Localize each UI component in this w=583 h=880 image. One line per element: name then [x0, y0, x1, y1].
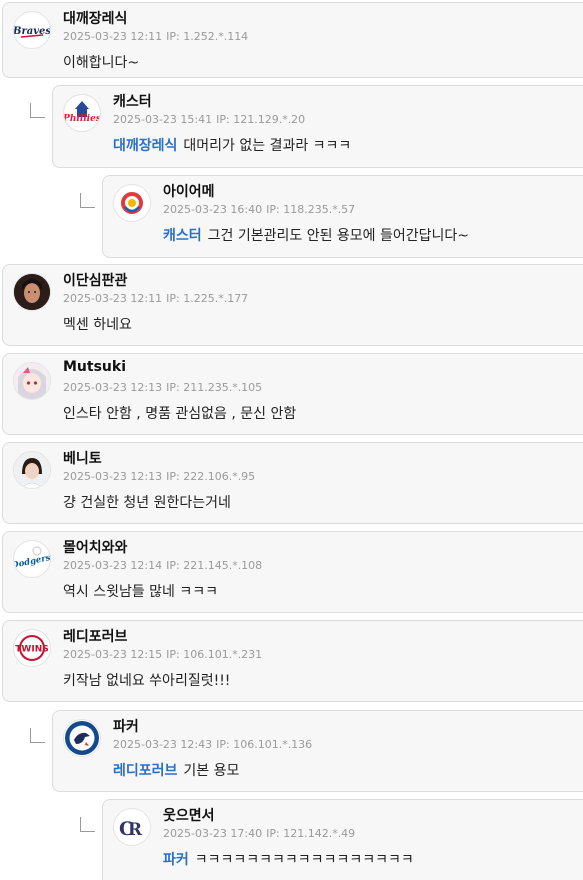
- comment-reply: 파커 2025-03-23 12:43 IP: 106.101.*.136 레디포…: [52, 710, 583, 792]
- bluejays-logo-avatar[interactable]: [63, 719, 101, 757]
- reply-text: 대머리가 없는 결과라 ㅋㅋㅋ: [183, 138, 352, 154]
- comment-meta: 2025-03-23 12:11 IP: 1.252.*.114: [63, 30, 248, 43]
- comment-text: 인스타 안함 , 명품 관심없음 , 문신 안함: [63, 406, 297, 422]
- comment-date: 2025-03-23 15:41: [113, 113, 213, 126]
- comment-author[interactable]: 파커: [113, 716, 139, 736]
- comment-ip: IP: 106.101.*.136: [216, 738, 313, 751]
- comment-text: 걍 건실한 청년 원한다는거네: [63, 495, 231, 511]
- comment-ip: IP: 1.225.*.177: [166, 292, 249, 305]
- svg-text:TWINS: TWINS: [15, 645, 48, 655]
- comment-author[interactable]: 베니토: [63, 448, 102, 468]
- comment-ip: IP: 121.142.*.49: [266, 827, 356, 840]
- comment-author[interactable]: 웃으면서: [163, 805, 215, 825]
- mention-link[interactable]: 파커: [163, 852, 189, 868]
- comment-author[interactable]: Mutsuki: [63, 359, 126, 375]
- comment-author[interactable]: 캐스터: [113, 91, 152, 111]
- mention-link[interactable]: 레디포러브: [113, 763, 177, 779]
- comment-ip: IP: 106.101.*.231: [166, 648, 263, 661]
- comment-author[interactable]: 이단심판관: [63, 270, 127, 290]
- comment-date: 2025-03-23 12:15: [63, 648, 163, 661]
- mention-link[interactable]: 대깨장레식: [113, 138, 177, 154]
- comment-item: 이단심판관 2025-03-23 12:11 IP: 1.225.*.177 멕센…: [2, 264, 583, 346]
- comment-author[interactable]: 몰어치와와: [63, 537, 127, 557]
- svg-text:Phillies: Phillies: [64, 114, 100, 124]
- comment-ip: IP: 1.252.*.114: [166, 30, 249, 43]
- comment-ip: IP: 222.106.*.95: [166, 470, 256, 483]
- comment-text: 레디포러브 기본 용모: [113, 760, 239, 780]
- comment-reply: Phillies 캐스터 2025-03-23 15:41 IP: 121.129…: [52, 85, 583, 168]
- girl-photo-avatar[interactable]: [13, 451, 51, 489]
- anime-girl-avatar[interactable]: [13, 362, 51, 400]
- svg-text:R: R: [128, 820, 143, 840]
- reply-text: 기본 용모: [183, 763, 240, 779]
- comment-text: 멕센 하네요: [63, 317, 132, 333]
- comment-text: 파커 ㅋㅋㅋㅋㅋㅋㅋㅋㅋㅋㅋㅋㅋㅋㅋㅋㅋ: [163, 849, 414, 869]
- comment-author[interactable]: 대깨장레식: [63, 8, 127, 28]
- comment-ip: IP: 221.145.*.108: [166, 559, 263, 572]
- portrait-avatar[interactable]: [13, 273, 51, 311]
- rockies-logo-avatar[interactable]: CR: [113, 808, 151, 846]
- mention-link[interactable]: 캐스터: [163, 228, 202, 244]
- comment-item: 베니토 2025-03-23 12:13 IP: 222.106.*.95 걍 건…: [2, 442, 583, 524]
- comment-date: 2025-03-23 12:14: [63, 559, 163, 572]
- comment-item: Mutsuki 2025-03-23 12:13 IP: 211.235.*.10…: [2, 353, 583, 435]
- comment-date: 2025-03-23 16:40: [163, 203, 263, 216]
- reply-arrow-icon: [30, 728, 45, 743]
- kiwoom-logo-avatar[interactable]: [113, 184, 151, 222]
- comment-meta: 2025-03-23 12:43 IP: 106.101.*.136: [113, 738, 312, 751]
- comment-meta: 2025-03-23 12:13 IP: 211.235.*.105: [63, 381, 262, 394]
- reply-text: 그건 기본관리도 안된 용모에 들어간답니다~: [207, 228, 470, 244]
- comment-text: 역시 스윗남들 많네 ㅋㅋㅋ: [63, 584, 219, 600]
- comment-meta: 2025-03-23 12:15 IP: 106.101.*.231: [63, 648, 262, 661]
- reply-arrow-icon: [80, 817, 95, 832]
- comment-meta: 2025-03-23 12:14 IP: 221.145.*.108: [63, 559, 262, 572]
- comment-text: 대깨장레식 대머리가 없는 결과라 ㅋㅋㅋ: [113, 135, 351, 155]
- comment-date: 2025-03-23 12:11: [63, 30, 163, 43]
- comment-item: TWINS 레디포러브 2025-03-23 12:15 IP: 106.101.…: [2, 620, 583, 702]
- comment-ip: IP: 211.235.*.105: [166, 381, 263, 394]
- comment-date: 2025-03-23 12:11: [63, 292, 163, 305]
- comment-text: 캐스터 그건 기본관리도 안된 용모에 들어간답니다~: [163, 225, 469, 245]
- comment-meta: 2025-03-23 15:41 IP: 121.129.*.20: [113, 113, 305, 126]
- twins-logo-avatar[interactable]: TWINS: [13, 629, 51, 667]
- comment-date: 2025-03-23 12:13: [63, 381, 163, 394]
- dodgers-logo-avatar[interactable]: Dodgers: [13, 540, 51, 578]
- braves-logo-avatar[interactable]: Braves: [13, 11, 51, 49]
- comment-ip: IP: 118.235.*.57: [266, 203, 356, 216]
- comment-item: Braves 대깨장레식 2025-03-23 12:11 IP: 1.252.*…: [2, 2, 583, 78]
- comment-author[interactable]: 레디포러브: [63, 626, 127, 646]
- reply-text: ㅋㅋㅋㅋㅋㅋㅋㅋㅋㅋㅋㅋㅋㅋㅋㅋㅋ: [194, 852, 414, 868]
- comment-meta: 2025-03-23 16:40 IP: 118.235.*.57: [163, 203, 355, 216]
- comment-date: 2025-03-23 17:40: [163, 827, 263, 840]
- phillies-logo-avatar[interactable]: Phillies: [63, 94, 101, 132]
- comment-meta: 2025-03-23 12:11 IP: 1.225.*.177: [63, 292, 248, 305]
- comment-date: 2025-03-23 12:13: [63, 470, 163, 483]
- comment-text: 키작남 없네요 쑤아리질럿!!!: [63, 673, 231, 689]
- comment-reply: 아이어메 2025-03-23 16:40 IP: 118.235.*.57 캐스…: [102, 175, 583, 258]
- comment-reply: CR 웃으면서 2025-03-23 17:40 IP: 121.142.*.49…: [102, 799, 583, 880]
- comment-meta: 2025-03-23 17:40 IP: 121.142.*.49: [163, 827, 355, 840]
- reply-arrow-icon: [30, 103, 45, 118]
- comment-meta: 2025-03-23 12:13 IP: 222.106.*.95: [63, 470, 255, 483]
- comment-date: 2025-03-23 12:43: [113, 738, 213, 751]
- comment-ip: IP: 121.129.*.20: [216, 113, 306, 126]
- reply-arrow-icon: [80, 193, 95, 208]
- comment-item: Dodgers 몰어치와와 2025-03-23 12:14 IP: 221.14…: [2, 531, 583, 613]
- comment-text: 이해합니다~: [63, 55, 140, 71]
- comment-author[interactable]: 아이어메: [163, 181, 215, 201]
